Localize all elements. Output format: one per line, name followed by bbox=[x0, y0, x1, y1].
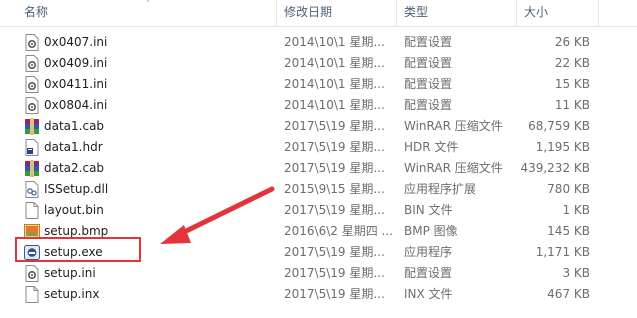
annotation-arrow-icon bbox=[160, 186, 275, 244]
